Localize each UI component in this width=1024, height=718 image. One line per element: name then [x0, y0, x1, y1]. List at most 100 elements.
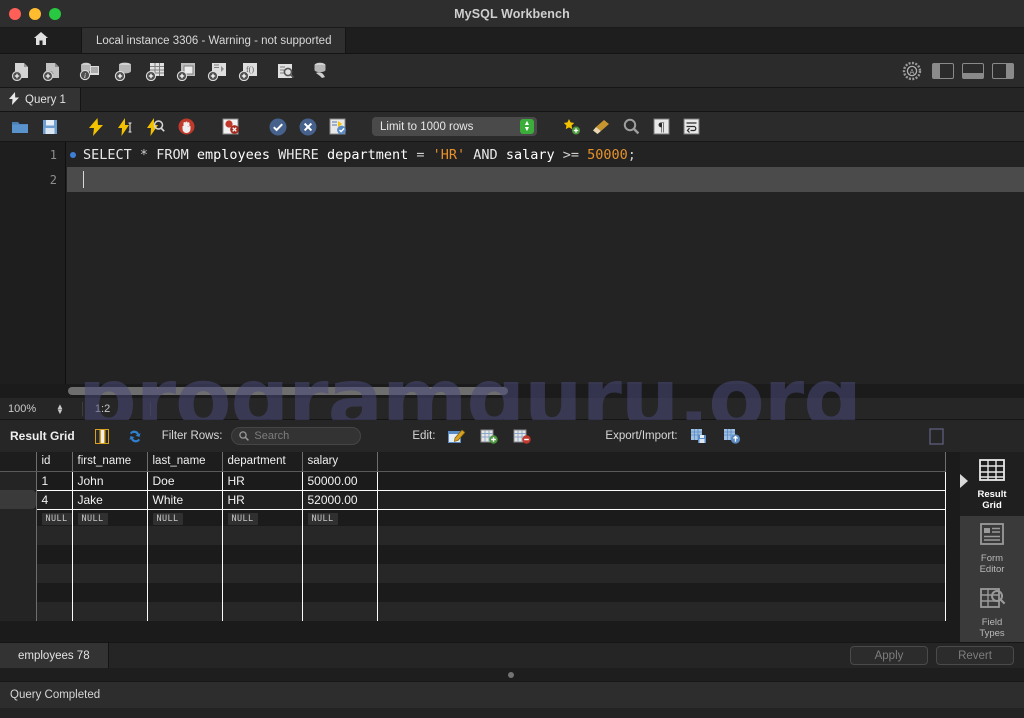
table-row[interactable]: 4 Jake White HR 52000.00: [0, 490, 946, 510]
side-panel-item-field-types[interactable]: Field Types: [960, 580, 1024, 644]
code-line-1[interactable]: SELECT * FROM employees WHERE department…: [67, 142, 1024, 167]
beautify-query-icon[interactable]: [559, 116, 583, 138]
export-recordset-icon[interactable]: [687, 425, 711, 447]
edit-row-icon[interactable]: [444, 425, 468, 447]
connection-tab[interactable]: Local instance 3306 - Warning - not supp…: [82, 28, 347, 53]
tab-query-1[interactable]: Query 1: [0, 88, 81, 111]
toggle-bottom-panel-icon[interactable]: [962, 62, 984, 79]
column-header-salary[interactable]: salary: [302, 452, 378, 472]
explain-query-icon[interactable]: [144, 116, 168, 138]
open-file-icon[interactable]: [8, 116, 32, 138]
refresh-icon[interactable]: [123, 425, 147, 447]
side-panel-item-result-grid[interactable]: Result Grid: [960, 452, 1024, 516]
cell-last-name[interactable]: White: [147, 490, 223, 510]
empty-cell: [302, 564, 378, 583]
cell-last-name[interactable]: Doe: [147, 471, 223, 491]
wrap-lines-icon[interactable]: [679, 116, 703, 138]
row-selector[interactable]: [0, 471, 37, 490]
column-header-department[interactable]: department: [222, 452, 303, 472]
minimize-button[interactable]: [29, 7, 41, 20]
scrollbar-thumb[interactable]: [508, 672, 514, 678]
object-create-group: f(): [113, 60, 261, 82]
column-header-id[interactable]: id: [36, 452, 73, 472]
code-line-2[interactable]: [67, 167, 1024, 192]
table-row[interactable]: 1 John Doe HR 50000.00: [0, 471, 946, 491]
cell-department[interactable]: HR: [222, 490, 303, 510]
invisible-chars-icon[interactable]: ¶: [649, 116, 673, 138]
new-table-icon[interactable]: [144, 60, 168, 82]
stop-icon[interactable]: [174, 116, 198, 138]
cell-first-name[interactable]: Jake: [72, 490, 148, 510]
delete-row-icon[interactable]: [510, 425, 534, 447]
cell-salary[interactable]: 50000.00: [302, 471, 378, 491]
new-sql-file-icon[interactable]: [10, 60, 34, 82]
import-recordset-icon[interactable]: [720, 425, 744, 447]
search-input[interactable]: Search: [231, 427, 362, 445]
insert-row-icon[interactable]: [477, 425, 501, 447]
row-selector: [0, 583, 37, 602]
result-tab-employees[interactable]: employees 78: [0, 643, 109, 668]
apply-button[interactable]: Apply: [850, 646, 928, 665]
row-selector-header[interactable]: [0, 452, 37, 472]
zoom-stepper-icon[interactable]: ▲ ▼: [56, 402, 64, 415]
toggle-left-panel-icon[interactable]: [932, 62, 954, 79]
cell-null-placeholder[interactable]: NULL: [147, 509, 223, 526]
column-header-last-name[interactable]: last_name: [147, 452, 223, 472]
inspect-table-icon[interactable]: [273, 60, 297, 82]
new-record-row[interactable]: NULL NULL NULL NULL NULL: [0, 509, 946, 526]
home-button[interactable]: [0, 28, 82, 53]
new-function-icon[interactable]: f(): [237, 60, 261, 82]
stop-on-error-icon[interactable]: [220, 116, 244, 138]
revert-button[interactable]: Revert: [936, 646, 1014, 665]
new-view-icon[interactable]: [175, 60, 199, 82]
result-grid-scroll[interactable]: id first_name last_name department salar…: [0, 452, 960, 642]
cell-department[interactable]: HR: [222, 471, 303, 491]
settings-gear-icon[interactable]: A: [900, 60, 924, 82]
side-panel-item-form-editor[interactable]: Form Editor: [960, 516, 1024, 580]
empty-cell: [222, 526, 303, 545]
close-button[interactable]: [9, 7, 21, 20]
new-procedure-icon[interactable]: [206, 60, 230, 82]
cell-id[interactable]: 4: [36, 490, 73, 510]
new-schema-icon[interactable]: [113, 60, 137, 82]
clear-query-icon[interactable]: [589, 116, 613, 138]
cell-id[interactable]: 1: [36, 471, 73, 491]
file-tools-group: [10, 60, 65, 82]
rollback-icon[interactable]: [296, 116, 320, 138]
cell-salary[interactable]: 52000.00: [302, 490, 378, 510]
sql-editor[interactable]: 1 2 SELECT * FROM employees WHERE depart…: [0, 142, 1024, 384]
editor-code-area[interactable]: SELECT * FROM employees WHERE department…: [67, 142, 1024, 384]
empty-cell: [302, 545, 378, 564]
cell-null-placeholder[interactable]: NULL: [302, 509, 378, 526]
zoom-level[interactable]: 100%: [0, 403, 56, 415]
column-header-first-name[interactable]: first_name: [72, 452, 148, 472]
autocommit-icon[interactable]: [326, 116, 350, 138]
grid-view-icon[interactable]: [90, 425, 114, 447]
query-data-icon[interactable]: [309, 60, 333, 82]
editor-horizontal-scrollbar[interactable]: [0, 384, 1024, 398]
open-sql-file-icon[interactable]: [41, 60, 65, 82]
save-file-icon[interactable]: [38, 116, 62, 138]
cell-null-placeholder[interactable]: NULL: [36, 509, 73, 526]
empty-cell: [302, 526, 378, 545]
panel-collapse-arrow-icon[interactable]: [960, 474, 968, 488]
maximize-button[interactable]: [49, 7, 61, 20]
toggle-right-panel-icon[interactable]: [992, 62, 1014, 79]
cell-first-name[interactable]: John: [72, 471, 148, 491]
execute-current-statement-icon[interactable]: [114, 116, 138, 138]
edit-label: Edit:: [412, 430, 436, 442]
commit-icon[interactable]: [266, 116, 290, 138]
row-selector[interactable]: [0, 509, 37, 526]
cell-null-placeholder[interactable]: NULL: [222, 509, 303, 526]
find-icon[interactable]: [619, 116, 643, 138]
cell-null-placeholder[interactable]: NULL: [72, 509, 148, 526]
wrap-cell-content-icon[interactable]: [924, 425, 948, 447]
scrollbar-thumb[interactable]: [68, 387, 508, 395]
result-grid-toolbar: Result Grid Filter Rows: Search Edit: Ex…: [0, 420, 1024, 452]
row-selector[interactable]: [0, 490, 37, 509]
limit-rows-stepper-icon[interactable]: ▲ ▼: [520, 119, 534, 134]
server-info-icon[interactable]: i: [77, 60, 101, 82]
bottom-horizontal-scrollbar[interactable]: [0, 668, 1024, 681]
limit-rows-select[interactable]: Limit to 1000 rows ▲ ▼: [372, 117, 537, 136]
execute-icon[interactable]: [84, 116, 108, 138]
